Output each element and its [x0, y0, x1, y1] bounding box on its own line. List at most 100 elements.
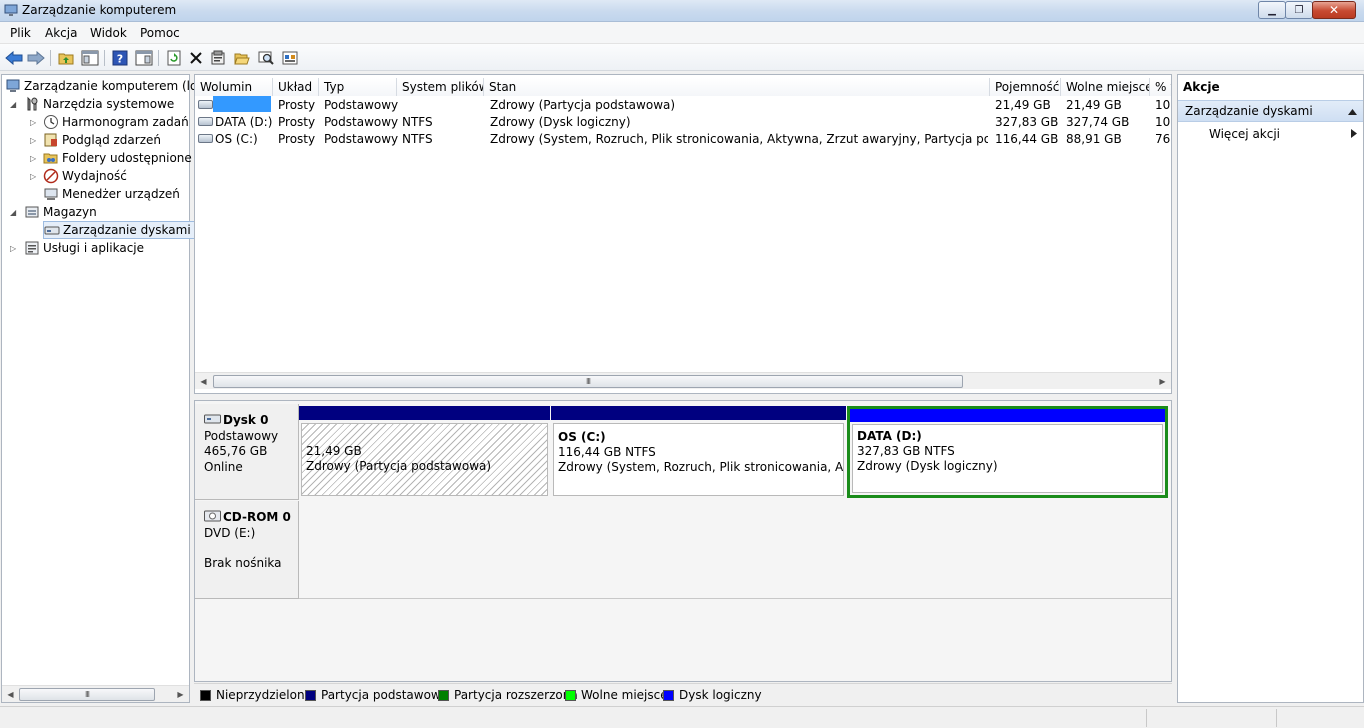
tree-item-zarzadzanie-dyskami[interactable]: Zarządzanie dyskami	[43, 221, 195, 239]
cell-name: OS (C:)	[215, 132, 258, 146]
cell-status: Zdrowy (Partycja podstawowa)	[490, 98, 676, 112]
help-button[interactable]: ?	[110, 48, 130, 68]
toolbar: ?	[0, 44, 1364, 71]
open-button[interactable]	[232, 48, 252, 68]
menu-widok[interactable]: Widok	[90, 26, 127, 40]
column-wolumin[interactable]: Wolumin	[195, 78, 273, 96]
minimize-button[interactable]: ▁	[1258, 1, 1286, 19]
partition-body: OS (C:) 116,44 GB NTFS Zdrowy (System, R…	[553, 423, 844, 496]
scroll-right-icon[interactable]: ▶	[172, 686, 189, 703]
properties-icon	[211, 50, 225, 65]
cell-name: DATA (D:)	[215, 115, 273, 129]
column-stan[interactable]: Stan	[484, 78, 990, 96]
volume-icon	[198, 117, 213, 126]
tree-item-wydajnosc[interactable]: Wydajność	[43, 167, 127, 185]
scroll-left-icon[interactable]: ◀	[2, 686, 19, 703]
tree-horizontal-scrollbar[interactable]: ◀ III ▶	[2, 685, 189, 702]
legend-item: Dysk logiczny	[663, 688, 762, 702]
cell-capacity: 21,49 GB	[995, 98, 1051, 112]
menu-akcja[interactable]: Akcja	[45, 26, 77, 40]
partition-title: OS (C:)	[558, 430, 606, 444]
column-pojemnosc[interactable]: Pojemność	[990, 78, 1061, 96]
partition-size: 116,44 GB NTFS	[558, 445, 656, 459]
maximize-button[interactable]: ❐	[1285, 1, 1313, 19]
collapse-triangle-icon[interactable]: ▷	[10, 244, 19, 253]
collapse-triangle-icon[interactable]: ▷	[30, 154, 39, 163]
legend-item: Wolne miejsce	[565, 688, 668, 702]
cdrom0-name: CD-ROM 0	[223, 510, 291, 524]
column-uklad[interactable]: Układ	[273, 78, 319, 96]
event-viewer-icon	[44, 133, 57, 147]
show-hide-tree-button[interactable]	[80, 48, 100, 68]
up-folder-icon	[58, 53, 74, 65]
tree-item-narzedzia-systemowe[interactable]: Narzędzia systemowe	[24, 95, 174, 113]
table-row[interactable]: OS (C:) Prosty Podstawowy NTFS Zdrowy (S…	[195, 130, 1171, 147]
volume-horizontal-scrollbar[interactable]: ◀ III ▶	[195, 372, 1171, 389]
delete-button[interactable]	[186, 48, 206, 68]
volume-name-selected	[213, 96, 271, 112]
tools-icon	[27, 96, 38, 111]
scroll-left-icon[interactable]: ◀	[195, 373, 212, 390]
menu-plik[interactable]: Plik	[10, 26, 31, 40]
tree-item-magazyn[interactable]: Magazyn	[24, 203, 97, 221]
actions-section-disk-management[interactable]: Zarządzanie dyskami	[1178, 100, 1363, 122]
tree-item-harmonogram[interactable]: Harmonogram zadań	[43, 113, 189, 131]
device-manager-icon	[44, 188, 58, 200]
partition-body: DATA (D:) 327,83 GB NTFS Zdrowy (Dysk lo…	[852, 424, 1163, 493]
tree-item-foldery[interactable]: Foldery udostępnione	[43, 149, 192, 167]
collapse-triangle-icon[interactable]: ▷	[30, 118, 39, 127]
partition-unnamed[interactable]: 21,49 GB Zdrowy (Partycja podstawowa)	[299, 406, 550, 498]
cell-status: Zdrowy (System, Rozruch, Plik stronicowa…	[490, 132, 988, 146]
scroll-right-icon[interactable]: ▶	[1154, 373, 1171, 390]
partition-status: Zdrowy (System, Rozruch, Plik stronicowa…	[558, 460, 844, 474]
scroll-thumb[interactable]: III	[213, 375, 963, 388]
cell-layout: Prosty	[278, 98, 316, 112]
table-row[interactable]: Prosty Podstawowy Zdrowy (Partycja podst…	[195, 96, 1171, 113]
expand-triangle-icon[interactable]: ◢	[10, 100, 19, 109]
navigation-tree: Zarządzanie komputerem (lokalny) ◢ Narzę…	[1, 74, 234, 703]
more-actions-link[interactable]: Więcej akcji	[1209, 127, 1280, 141]
back-button[interactable]	[4, 48, 24, 68]
disk-management-icon	[44, 226, 60, 235]
properties-button[interactable]	[208, 48, 228, 68]
partition-body: 21,49 GB Zdrowy (Partycja podstawowa)	[301, 423, 548, 496]
tree-item-podglad-zdarzen[interactable]: Podgląd zdarzeń	[43, 131, 161, 149]
partition-os-c[interactable]: OS (C:) 116,44 GB NTFS Zdrowy (System, R…	[551, 406, 846, 498]
menu-pomoc[interactable]: Pomoc	[140, 26, 180, 40]
column-wolne-miejsce[interactable]: Wolne miejsce	[1061, 78, 1150, 96]
forward-button[interactable]	[26, 48, 46, 68]
column-procent[interactable]: % w	[1150, 78, 1171, 96]
cell-free: 327,74 GB	[1066, 115, 1130, 129]
up-button[interactable]	[56, 48, 76, 68]
partition-data-d[interactable]: DATA (D:) 327,83 GB NTFS Zdrowy (Dysk lo…	[847, 406, 1168, 498]
legend-swatch	[565, 689, 576, 701]
show-hide-action-button[interactable]	[134, 48, 154, 68]
cdrom0-label[interactable]: CD-ROM 0 DVD (E:) Brak nośnika	[195, 501, 299, 599]
refresh-button[interactable]	[164, 48, 184, 68]
table-row[interactable]: DATA (D:) Prosty Podstawowy NTFS Zdrowy …	[195, 113, 1171, 130]
disk0-state: Online	[204, 460, 243, 474]
scroll-thumb[interactable]: III	[19, 688, 155, 701]
collapse-triangle-icon[interactable]: ▷	[30, 136, 39, 145]
back-icon	[5, 51, 23, 65]
expand-triangle-icon[interactable]: ◢	[10, 208, 19, 217]
search-button[interactable]	[256, 48, 276, 68]
tree-label: Magazyn	[43, 205, 97, 219]
column-typ[interactable]: Typ	[319, 78, 397, 96]
cell-layout: Prosty	[278, 132, 316, 146]
svg-text:?: ?	[117, 53, 123, 66]
cell-type: Podstawowy	[324, 132, 399, 146]
legend-item: Partycja podstawowa	[305, 688, 448, 702]
show-hide-action-icon	[135, 50, 153, 66]
collapse-triangle-icon[interactable]: ▷	[30, 172, 39, 181]
cell-fs: NTFS	[402, 115, 433, 129]
partition-title: DATA (D:)	[857, 429, 922, 443]
partition-bar-primary	[551, 406, 846, 420]
disk0-label[interactable]: Dysk 0 Podstawowy 465,76 GB Online	[195, 404, 299, 500]
tree-item-menedzer-urzadzen[interactable]: Menedżer urządzeń	[43, 185, 180, 203]
column-system-plikow[interactable]: System plików	[397, 78, 484, 96]
close-button[interactable]: ✕	[1312, 1, 1356, 19]
partition-bar-logical	[850, 409, 1165, 422]
tree-item-uslugi[interactable]: Usługi i aplikacje	[24, 239, 144, 257]
settings-button[interactable]	[280, 48, 300, 68]
